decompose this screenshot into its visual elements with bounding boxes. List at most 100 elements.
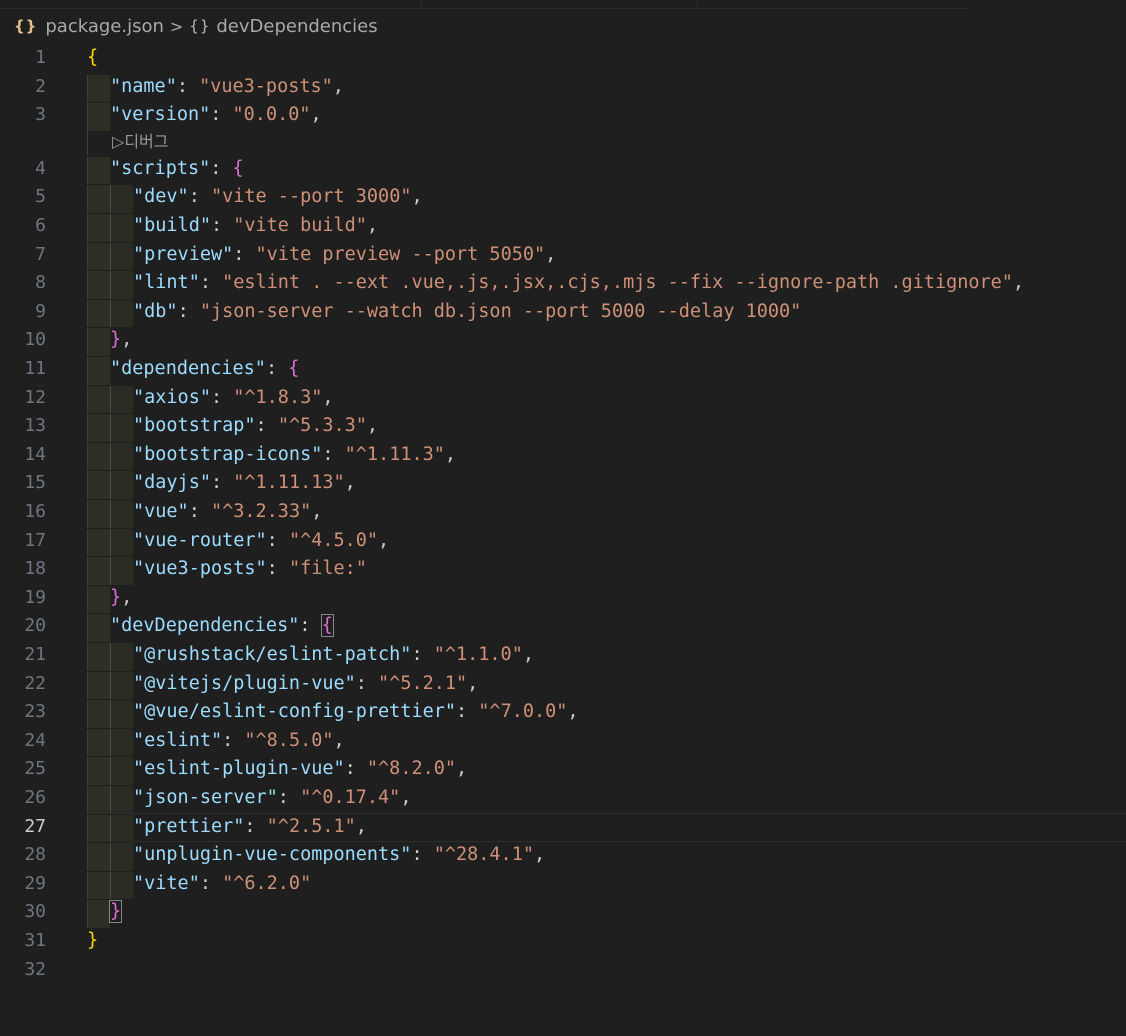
code-line[interactable]: 26 "json-server": "^0.17.4",	[0, 784, 1126, 814]
code-token: "@rushstack/eslint-patch"	[133, 644, 412, 665]
code-line[interactable]: 22 "@vitejs/plugin-vue": "^5.2.1",	[0, 670, 1126, 700]
code-text: "vue3-posts": "file:"	[133, 555, 367, 584]
code-token: "dependencies"	[110, 358, 266, 379]
code-line[interactable]: 12 "axios": "^1.8.3",	[0, 384, 1126, 414]
code-text: "devDependencies": {	[110, 612, 334, 641]
indent-guide	[87, 528, 110, 557]
code-text: }	[87, 927, 98, 956]
indent-guide	[110, 299, 133, 328]
code-text: "preview": "vite preview --port 5050",	[133, 241, 556, 270]
code-token: ,	[378, 529, 390, 551]
code-token: "file:"	[288, 558, 367, 580]
code-text: "prettier": "^2.5.1",	[133, 813, 367, 842]
code-line[interactable]: 1{	[0, 44, 1126, 73]
code-token: "^1.1.0"	[433, 644, 523, 665]
code-token: :	[411, 844, 434, 866]
code-token: {	[232, 157, 244, 179]
code-token: ,	[366, 415, 379, 437]
code-line[interactable]: 25 "eslint-plugin-vue": "^8.2.0",	[0, 755, 1126, 785]
code-line[interactable]: 29 "vite": "^6.2.0"	[0, 870, 1126, 900]
line-number: 10	[24, 329, 46, 351]
code-line[interactable]: 13 "bootstrap": "^5.3.3",	[0, 412, 1126, 442]
code-line[interactable]: 18 "vue3-posts": "file:"	[0, 555, 1126, 585]
code-text: "dayjs": "^1.11.13",	[133, 469, 356, 498]
code-token: :	[188, 186, 211, 208]
code-line[interactable]: 11 "dependencies": {	[0, 355, 1126, 385]
code-text: "scripts": {	[110, 155, 244, 184]
code-line[interactable]: 23 "@vue/eslint-config-prettier": "^7.0.0…	[0, 698, 1126, 728]
code-text: },	[110, 584, 132, 613]
code-line[interactable]: 32	[0, 956, 1126, 985]
code-line[interactable]: 31}	[0, 927, 1126, 956]
code-line[interactable]: 16 "vue": "^3.2.33",	[0, 498, 1126, 528]
line-number: 31	[24, 930, 46, 951]
code-line[interactable]: 14 "bootstrap-icons": "^1.11.3",	[0, 441, 1126, 471]
code-token: :	[210, 386, 234, 408]
breadcrumb-symbol[interactable]: devDependencies	[216, 16, 377, 37]
line-number: 2	[35, 75, 46, 97]
indent-guide	[110, 557, 133, 585]
breadcrumb-file[interactable]: package.json	[45, 16, 164, 37]
code-line[interactable]: 10},	[0, 326, 1126, 356]
code-editor[interactable]: 1{2 "name": "vue3-posts", 3 "version": "0.0…	[0, 42, 1126, 1036]
code-line[interactable]: 4 "scripts": {	[0, 155, 1126, 185]
indent-guide	[110, 843, 133, 871]
line-number: 9	[35, 300, 46, 322]
code-line[interactable]: 9 "db": "json-server --watch db.json --po…	[0, 298, 1126, 328]
code-token: "db"	[133, 300, 178, 322]
code-line[interactable]: 6 "build": "vite build",	[0, 212, 1126, 242]
code-line[interactable]: 30}	[0, 898, 1126, 928]
tab-strip-remnant	[0, 0, 970, 9]
debug-codelens[interactable]: ▷디버그	[112, 131, 168, 153]
code-token: }	[108, 900, 123, 924]
code-token: :	[210, 472, 234, 494]
code-line[interactable]: 21 "@rushstack/eslint-patch": "^1.1.0",	[0, 641, 1126, 671]
code-token: ,	[333, 729, 345, 751]
indent-guide	[87, 471, 110, 499]
code-line[interactable]: 5 "dev": "vite --port 3000",	[0, 183, 1126, 213]
code-token: :	[176, 75, 200, 97]
code-token: ,	[121, 586, 133, 608]
code-token: }	[87, 930, 99, 951]
indent-guide	[110, 442, 133, 471]
code-token: "devDependencies"	[110, 615, 300, 637]
indent-guide	[87, 900, 110, 928]
code-token: "bootstrap"	[133, 415, 256, 437]
line-number: 15	[24, 472, 46, 494]
indent-guide	[87, 185, 110, 213]
indent-guide	[87, 271, 110, 299]
code-line[interactable]: 8 "lint": "eslint . --ext .vue,.js,.jsx,.…	[0, 269, 1126, 299]
code-line[interactable]: 20 "devDependencies": {	[0, 612, 1126, 642]
code-token: :	[199, 872, 223, 894]
indent-guide	[87, 385, 110, 414]
code-token: ,	[400, 787, 412, 808]
line-number: 32	[24, 958, 46, 980]
code-line[interactable]: 7 "preview": "vite preview --port 5050",	[0, 241, 1126, 271]
code-line[interactable]: 28 "unplugin-vue-components": "^28.4.1",	[0, 841, 1126, 871]
code-text: "name": "vue3-posts",	[110, 73, 344, 102]
code-token: :	[344, 758, 367, 780]
line-number: 23	[24, 701, 46, 723]
code-line[interactable]: 2 "name": "vue3-posts",	[0, 73, 1126, 103]
indent-guide	[87, 242, 110, 271]
line-number: 29	[24, 872, 46, 894]
code-line[interactable]: 19},	[0, 584, 1126, 614]
code-line[interactable]: 15 "dayjs": "^1.11.13",	[0, 469, 1126, 499]
code-token: "dev"	[133, 186, 189, 208]
code-token: {	[320, 614, 334, 638]
code-token: :	[322, 443, 345, 465]
code-token: ,	[1012, 272, 1025, 294]
code-line[interactable]: 27 "prettier": "^2.5.1",	[0, 812, 1126, 843]
line-number: 6	[35, 215, 46, 236]
code-token: "vite preview --port 5050"	[255, 243, 546, 265]
code-line[interactable]: 3 "version": "0.0.0",	[0, 101, 1126, 131]
code-line[interactable]: 24 "eslint": "^8.5.0",	[0, 727, 1126, 757]
code-token: "json-server"	[133, 787, 278, 808]
indent-guide	[110, 871, 133, 900]
line-number: 19	[24, 586, 46, 608]
code-text: "@vue/eslint-config-prettier": "^7.0.0",	[133, 698, 579, 727]
code-line[interactable]: 17 "vue-router": "^4.5.0",	[0, 527, 1126, 557]
code-text: "dependencies": {	[110, 355, 299, 384]
debug-codelens-label: 디버그	[124, 131, 169, 151]
indent-guide	[87, 671, 110, 700]
